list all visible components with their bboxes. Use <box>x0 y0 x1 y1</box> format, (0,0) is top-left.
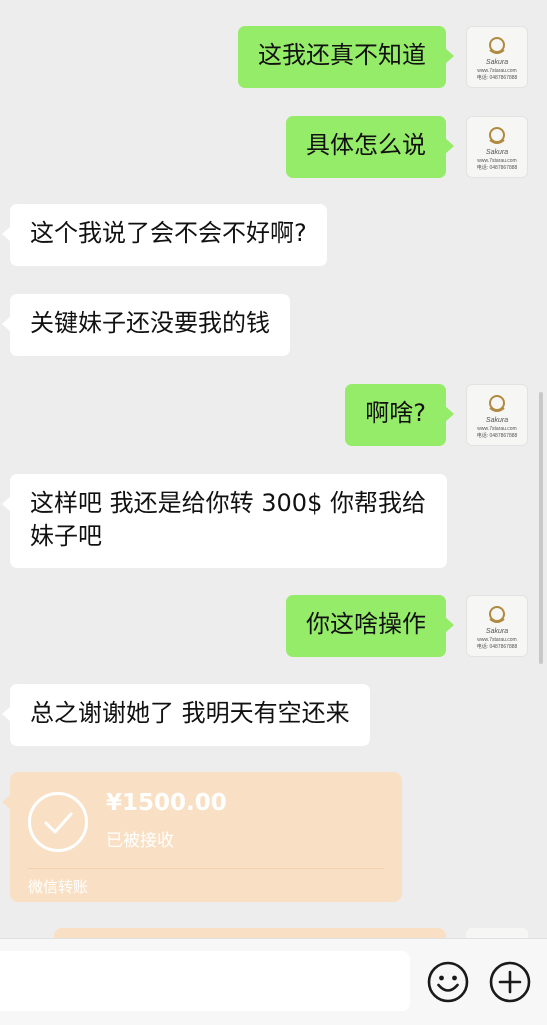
avatar-website: www.7starau.com <box>477 426 517 432</box>
avatar-phone: 电话: 0487867888 <box>476 75 518 81</box>
logo-icon <box>489 127 505 144</box>
sent-message-bubble[interactable]: 这我还真不知道 <box>238 26 454 88</box>
avatar-brand: Sakura <box>485 59 509 66</box>
chat-message-list[interactable]: 这我还真不知道 Sakura www.7starau.com 电话: 04878… <box>0 0 547 940</box>
scrollbar[interactable] <box>539 392 543 664</box>
avatar-website: www.7starau.com <box>477 68 517 74</box>
avatar-phone: 电话: 0487867888 <box>476 433 518 439</box>
logo-icon <box>489 606 505 623</box>
user-avatar[interactable]: Sakura www.7starau.com 电话: 0487867888 <box>466 595 528 657</box>
transfer-status: 已被接收 <box>106 831 174 851</box>
emoji-icon <box>427 961 469 1003</box>
avatar-brand: Sakura <box>485 417 509 424</box>
add-button[interactable] <box>487 959 533 1005</box>
emoji-button[interactable] <box>425 959 471 1005</box>
wechat-transfer-card[interactable]: ¥1500.00 已被接收 微信转账 <box>2 772 402 902</box>
received-message-bubble[interactable]: 这个我说了会不会不好啊? <box>2 204 327 266</box>
input-bar <box>0 938 547 1025</box>
avatar-phone: 电话: 0487867888 <box>476 644 518 650</box>
avatar-website: www.7starau.com <box>477 637 517 643</box>
transfer-label: 微信转账 <box>28 878 89 896</box>
plus-circle-icon <box>489 961 531 1003</box>
received-message-bubble[interactable]: 这样吧 我还是给你转 300$ 你帮我给妹子吧 <box>2 474 447 568</box>
user-avatar[interactable]: Sakura www.7starau.com 电话: 0487867888 <box>466 116 528 178</box>
avatar-brand: Sakura <box>485 628 509 635</box>
sent-message-bubble[interactable]: 啊啥? <box>345 384 454 446</box>
user-avatar[interactable]: Sakura www.7starau.com 电话: 0487867888 <box>466 26 528 88</box>
logo-icon <box>489 395 505 412</box>
user-avatar[interactable]: Sakura www.7starau.com 电话: 0487867888 <box>466 384 528 446</box>
sent-message-bubble[interactable]: 具体怎么说 <box>286 116 454 178</box>
check-circle-icon <box>28 792 88 852</box>
message-input[interactable] <box>0 951 410 1011</box>
received-message-bubble[interactable]: 总之谢谢她了 我明天有空还来 <box>2 684 370 746</box>
logo-icon <box>489 37 505 54</box>
avatar-website: www.7starau.com <box>477 158 517 164</box>
received-message-bubble[interactable]: 关键妹子还没要我的钱 <box>2 294 290 356</box>
transfer-amount: ¥1500.00 <box>106 790 227 816</box>
sent-message-bubble[interactable]: 你这啥操作 <box>286 595 454 657</box>
avatar-brand: Sakura <box>485 149 509 156</box>
avatar-phone: 电话: 0487867888 <box>476 165 518 171</box>
divider <box>28 868 384 869</box>
